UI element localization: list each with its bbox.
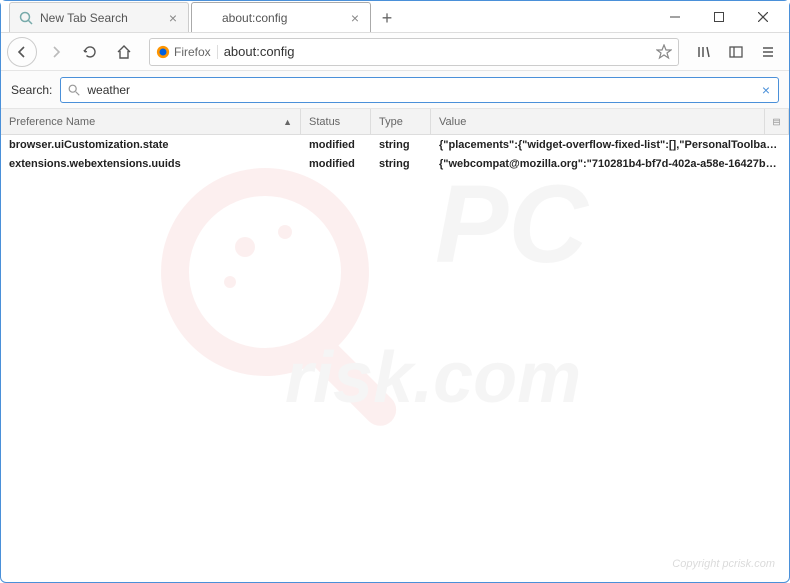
pref-name: browser.uiCustomization.state: [1, 139, 301, 151]
clear-search-icon[interactable]: ×: [760, 82, 772, 98]
maximize-button[interactable]: [697, 2, 741, 32]
back-button[interactable]: [7, 37, 37, 67]
firefox-icon: [156, 45, 170, 59]
blank-favicon: [200, 10, 216, 26]
sidebar-button[interactable]: [721, 37, 751, 67]
identity-label: Firefox: [174, 45, 211, 59]
sort-asc-icon: ▲: [283, 117, 292, 127]
pref-status: modified: [301, 158, 371, 170]
config-search-row: Search: ×: [1, 71, 789, 109]
search-input[interactable]: [87, 83, 759, 97]
library-button[interactable]: [689, 37, 719, 67]
copyright-text: Copyright pcrisk.com: [672, 558, 775, 570]
forward-button[interactable]: [41, 37, 71, 67]
tab-newtab-search[interactable]: New Tab Search ×: [9, 2, 189, 32]
svg-text:risk.com: risk.com: [285, 338, 581, 418]
close-icon[interactable]: ×: [166, 11, 180, 25]
search-icon: [67, 83, 81, 97]
header-type[interactable]: Type: [371, 109, 431, 134]
tab-title: New Tab Search: [40, 11, 166, 25]
preference-rows: browser.uiCustomization.state modified s…: [1, 135, 789, 173]
new-tab-button[interactable]: +: [373, 4, 401, 32]
header-value[interactable]: Value: [431, 109, 765, 134]
bookmark-star-icon[interactable]: [656, 44, 672, 60]
header-preference-name[interactable]: Preference Name ▲: [1, 109, 301, 134]
titlebar: New Tab Search × about:config × +: [1, 1, 789, 33]
minimize-button[interactable]: [653, 2, 697, 32]
table-row[interactable]: extensions.webextensions.uuids modified …: [1, 154, 789, 173]
menu-button[interactable]: [753, 37, 783, 67]
reload-button[interactable]: [75, 37, 105, 67]
home-button[interactable]: [109, 37, 139, 67]
pref-value: {"placements":{"widget-overflow-fixed-li…: [431, 139, 789, 151]
pref-type: string: [371, 139, 431, 151]
window-close-button[interactable]: [741, 2, 785, 32]
header-status[interactable]: Status: [301, 109, 371, 134]
column-headers: Preference Name ▲ Status Type Value: [1, 109, 789, 135]
identity-box[interactable]: Firefox: [156, 45, 218, 59]
tab-about-config[interactable]: about:config ×: [191, 2, 371, 32]
nav-toolbar: Firefox about:config: [1, 33, 789, 71]
pref-name: extensions.webextensions.uuids: [1, 158, 301, 170]
table-row[interactable]: browser.uiCustomization.state modified s…: [1, 135, 789, 154]
toolbar-right: [689, 37, 783, 67]
url-text: about:config: [224, 44, 656, 59]
pref-type: string: [371, 158, 431, 170]
search-icon: [18, 10, 34, 26]
pref-value: {"webcompat@mozilla.org":"710281b4-bf7d-…: [431, 158, 789, 170]
tab-title: about:config: [222, 11, 348, 25]
window-controls: [653, 1, 789, 32]
column-picker-button[interactable]: [765, 109, 789, 134]
config-search-box[interactable]: ×: [60, 77, 779, 103]
search-label: Search:: [11, 83, 52, 97]
close-icon[interactable]: ×: [348, 11, 362, 25]
watermark: PC risk.com: [135, 132, 655, 452]
tab-strip: New Tab Search × about:config × +: [1, 1, 653, 32]
svg-text:PC: PC: [435, 163, 589, 286]
url-bar[interactable]: Firefox about:config: [149, 38, 679, 66]
pref-status: modified: [301, 139, 371, 151]
